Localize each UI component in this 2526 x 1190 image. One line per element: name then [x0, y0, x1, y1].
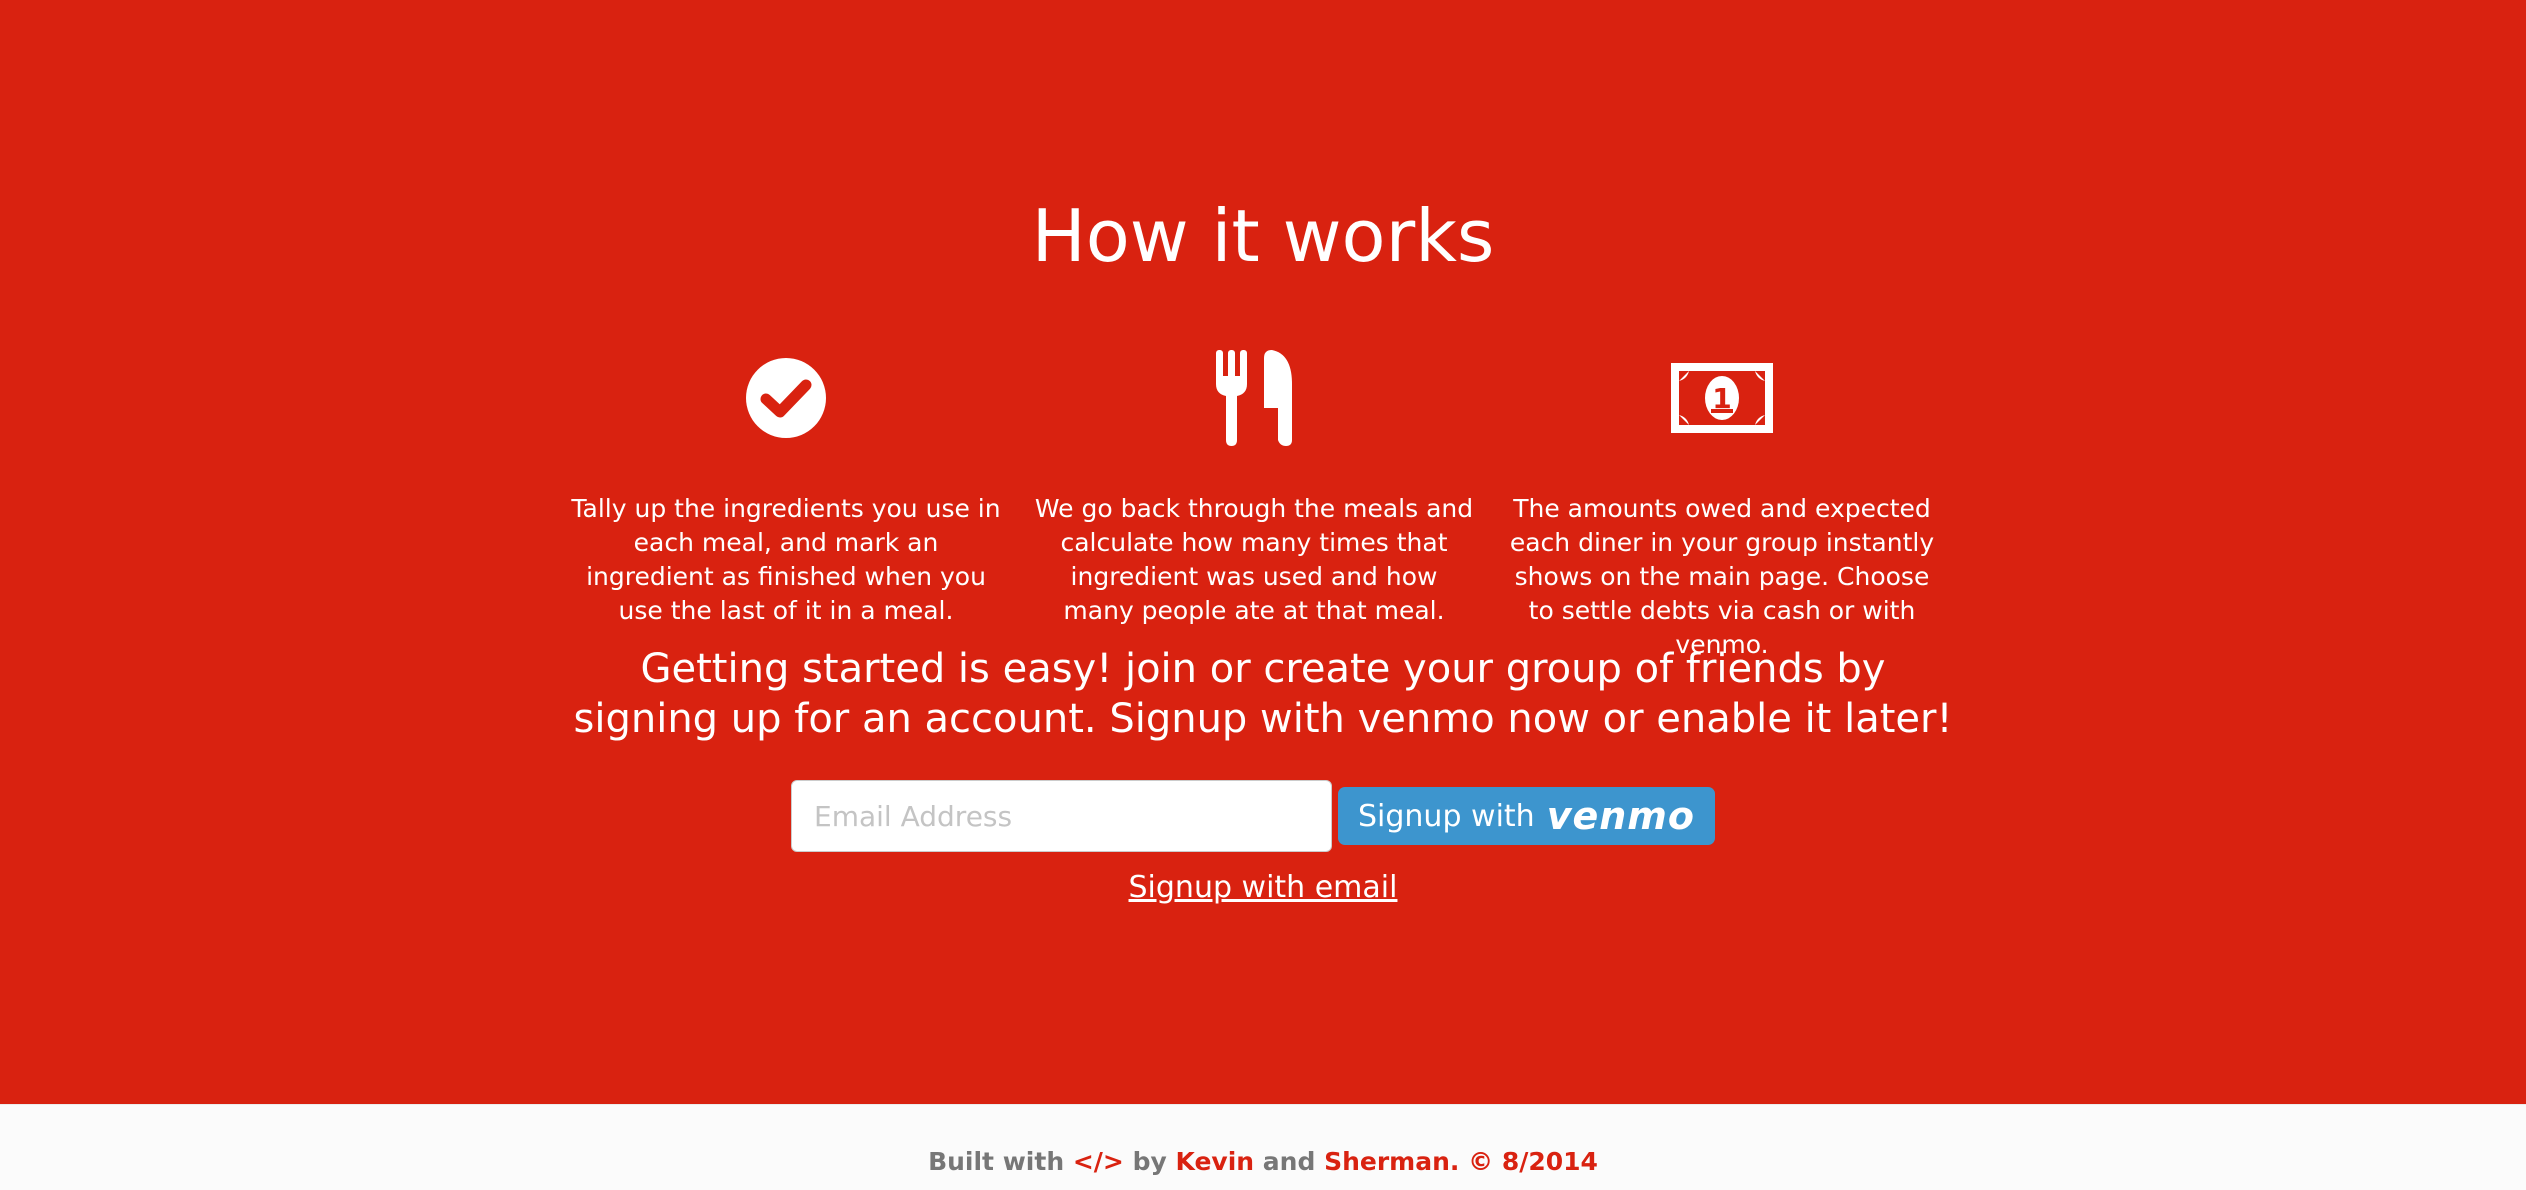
email-input[interactable]: [791, 780, 1332, 852]
fork-knife-icon: [1034, 348, 1474, 448]
venmo-logo: venmo: [1546, 794, 1695, 838]
author-kevin-link[interactable]: Kevin: [1176, 1147, 1255, 1176]
feature-calculate: We go back through the meals and calcula…: [1034, 348, 1474, 628]
footer: Built with </> by Kevin and Sherman. © 8…: [0, 1104, 2526, 1190]
feature-settle: 1 The amounts owed and expected each din…: [1502, 348, 1942, 662]
and-label: and: [1262, 1147, 1316, 1176]
signup-with-venmo-button[interactable]: Signup with venmo: [1338, 787, 1715, 845]
feature-description: The amounts owed and expected each diner…: [1509, 494, 1935, 659]
signup-form: Signup with venmo: [791, 780, 1715, 852]
copyright-text: © 8/2014: [1468, 1147, 1598, 1176]
signup-with-email-link[interactable]: Signup with email: [1129, 870, 1398, 905]
footer-credits: Built with </> by Kevin and Sherman. © 8…: [0, 1147, 2526, 1177]
how-it-works-section: How it works Tally up the ingredients yo…: [0, 0, 2526, 1104]
venmo-button-label: Signup with: [1358, 798, 1535, 834]
code-icon: </>: [1072, 1147, 1124, 1176]
getting-started-text: Getting started is easy! join or create …: [573, 646, 1953, 742]
email-signup-container: Signup with email: [0, 868, 2526, 908]
money-bill-icon: 1: [1502, 348, 1942, 448]
by-label: by: [1132, 1147, 1167, 1176]
feature-tally: Tally up the ingredients you use in each…: [566, 348, 1006, 628]
feature-description: We go back through the meals and calcula…: [1034, 494, 1474, 625]
feature-description: Tally up the ingredients you use in each…: [571, 494, 1001, 625]
built-with-label: Built with: [928, 1147, 1065, 1176]
section-title: How it works: [1031, 194, 1495, 278]
check-circle-icon: [566, 348, 1006, 448]
author-sherman-link[interactable]: Sherman.: [1324, 1147, 1459, 1176]
